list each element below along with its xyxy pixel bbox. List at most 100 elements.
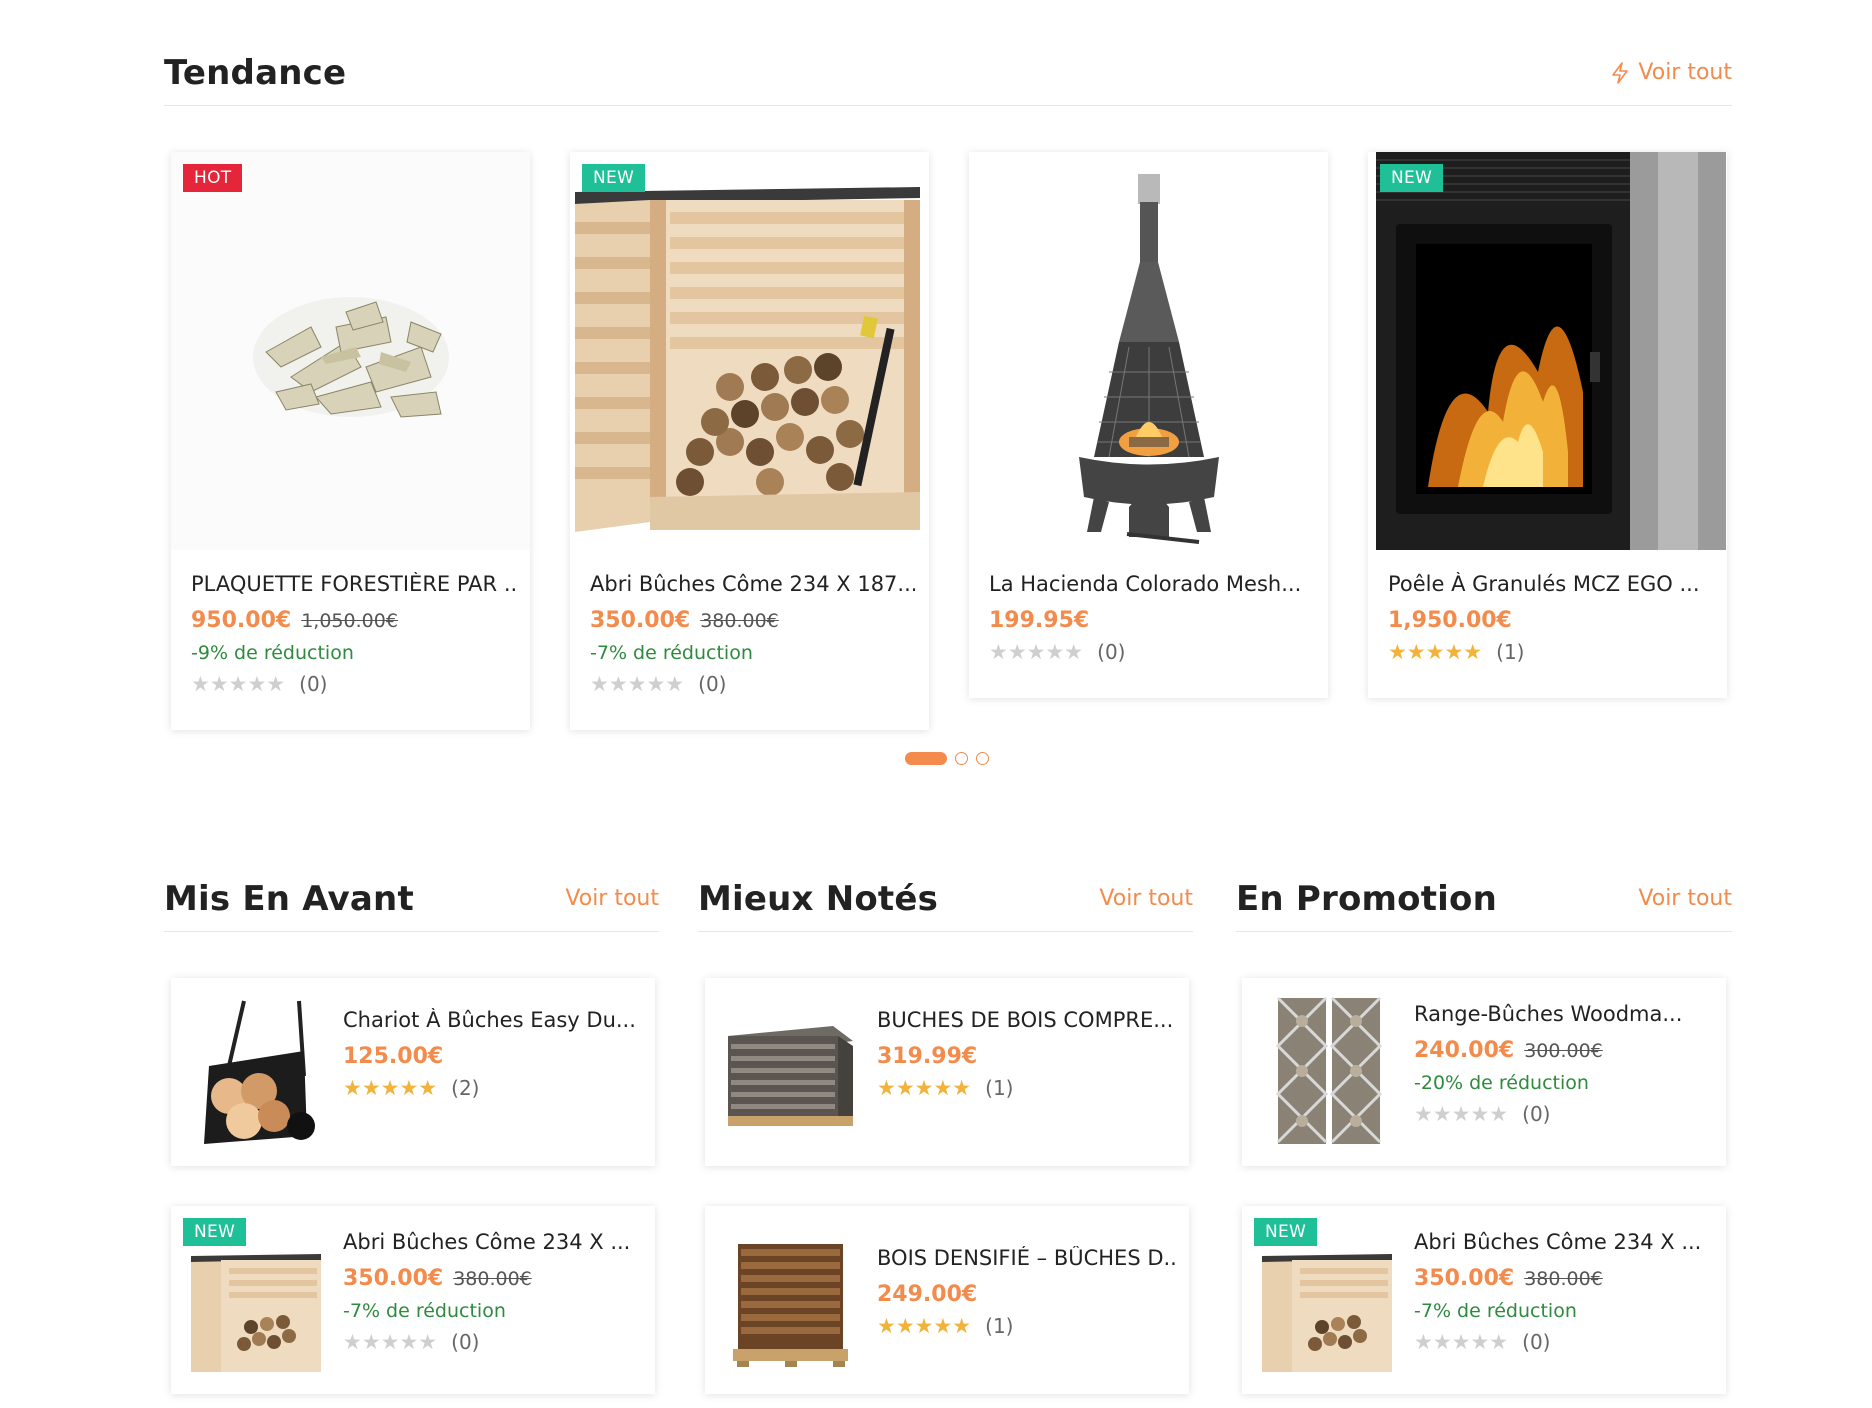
product-name[interactable]: Abri Bûches Côme 234 X ... <box>1414 1230 1714 1254</box>
product-price: 249.00€ <box>877 1282 978 1307</box>
on-sale-title: En Promotion <box>1236 878 1497 919</box>
product-card[interactable]: NEW Poêle À Granulés MCZ EGO ... 1,950.0… <box>1368 152 1727 698</box>
see-all-label: Voir tout <box>1638 886 1732 911</box>
new-badge: NEW <box>582 164 646 192</box>
product-name[interactable]: Abri Bûches Côme 234 X ... <box>343 1230 643 1254</box>
product-card[interactable]: NEW Abri Bûches Côme 234 X ... 350.00€ 3… <box>171 1206 655 1394</box>
top-rated-header: Mieux Notés Voir tout <box>698 866 1193 932</box>
rating-count: (1) <box>985 1076 1014 1100</box>
product-name[interactable]: BOIS DENSIFIÉ – BÛCHES D... <box>877 1246 1177 1270</box>
featured-title: Mis En Avant <box>164 878 414 919</box>
rating: ★★★★★ (0) <box>191 672 327 696</box>
rating: ★★★★★ (1) <box>877 1076 1013 1100</box>
star-rating-icon: ★★★★★ <box>989 640 1084 664</box>
product-price: 350.00€ <box>1414 1266 1515 1291</box>
product-image[interactable] <box>1260 1224 1394 1374</box>
rating: ★★★★★ (0) <box>590 672 726 696</box>
product-card[interactable]: La Hacienda Colorado Mesh... 199.95€ ★★★… <box>969 152 1328 698</box>
product-price: 125.00€ <box>343 1044 444 1069</box>
product-image[interactable] <box>723 996 857 1146</box>
product-image[interactable] <box>1368 152 1727 550</box>
rating-count: (1) <box>1496 640 1525 664</box>
carousel-dot-active[interactable] <box>905 752 947 765</box>
product-name[interactable]: La Hacienda Colorado Mesh... <box>989 572 1314 596</box>
carousel-pagination <box>905 752 989 765</box>
old-price: 380.00€ <box>700 610 779 632</box>
price-row: 1,950.00€ <box>1388 608 1512 633</box>
featured-see-all-link[interactable]: Voir tout <box>565 886 659 911</box>
product-card[interactable]: BUCHES DE BOIS COMPRE... 319.99€ ★★★★★ (… <box>705 978 1189 1166</box>
product-name[interactable]: Range-Bûches Woodma... <box>1414 1002 1714 1026</box>
rating-count: (0) <box>1097 640 1126 664</box>
product-image[interactable] <box>189 996 323 1146</box>
star-rating-icon: ★★★★★ <box>1414 1330 1509 1354</box>
price-row: 350.00€ 380.00€ <box>1414 1266 1603 1291</box>
on-sale-see-all-link[interactable]: Voir tout <box>1638 886 1732 911</box>
product-price: 199.95€ <box>989 608 1090 633</box>
star-rating-icon: ★★★★★ <box>877 1076 972 1100</box>
product-image[interactable] <box>969 152 1328 550</box>
new-badge: NEW <box>1254 1218 1318 1246</box>
carousel-dot[interactable] <box>976 752 989 765</box>
discount-text: -7% de réduction <box>343 1300 506 1322</box>
rating-count: (0) <box>698 672 727 696</box>
product-name[interactable]: Poêle À Granulés MCZ EGO ... <box>1388 572 1713 596</box>
product-card[interactable]: NEW Abri Bûches Côme 234 X ... 350.00€ 3… <box>1242 1206 1726 1394</box>
discount-text: -7% de réduction <box>1414 1300 1577 1322</box>
old-price: 380.00€ <box>1524 1268 1603 1290</box>
product-image[interactable] <box>570 152 929 550</box>
discount-text: -20% de réduction <box>1414 1072 1589 1094</box>
product-price: 350.00€ <box>590 608 691 633</box>
discount-text: -7% de réduction <box>590 642 753 664</box>
new-badge: NEW <box>1380 164 1444 192</box>
trending-see-all-link[interactable]: Voir tout <box>1610 60 1732 85</box>
see-all-label: Voir tout <box>1099 886 1193 911</box>
rating: ★★★★★ (0) <box>989 640 1125 664</box>
star-rating-icon: ★★★★★ <box>590 672 685 696</box>
trending-header: Tendance Voir tout <box>164 40 1732 106</box>
rating: ★★★★★ (0) <box>343 1330 479 1354</box>
product-image[interactable] <box>1260 996 1394 1146</box>
price-row: 249.00€ <box>877 1282 977 1307</box>
star-rating-icon: ★★★★★ <box>343 1076 438 1100</box>
price-row: 350.00€ 380.00€ <box>590 608 779 633</box>
product-card[interactable]: BOIS DENSIFIÉ – BÛCHES D... 249.00€ ★★★★… <box>705 1206 1189 1394</box>
product-image[interactable] <box>171 152 530 550</box>
discount-text: -9% de réduction <box>191 642 354 664</box>
product-card[interactable]: NEW Abri Bûches Côme 234 X 187... 350.00… <box>570 152 929 730</box>
product-name[interactable]: BUCHES DE BOIS COMPRE... <box>877 1008 1177 1032</box>
product-name[interactable]: Chariot À Bûches Easy Du... <box>343 1008 643 1032</box>
new-badge: NEW <box>183 1218 247 1246</box>
rating: ★★★★★ (1) <box>877 1314 1013 1338</box>
product-card[interactable]: HOT PLAQUETTE FORESTIÈRE PAR ... 950.00€… <box>171 152 530 730</box>
featured-header: Mis En Avant Voir tout <box>164 866 659 932</box>
rating: ★★★★★ (2) <box>343 1076 479 1100</box>
trending-title: Tendance <box>164 52 347 93</box>
see-all-label: Voir tout <box>565 886 659 911</box>
star-rating-icon: ★★★★★ <box>343 1330 438 1354</box>
product-image[interactable] <box>189 1224 323 1374</box>
rating-count: (2) <box>451 1076 480 1100</box>
see-all-label: Voir tout <box>1638 60 1732 85</box>
carousel-dot[interactable] <box>955 752 968 765</box>
rating-count: (0) <box>1522 1330 1551 1354</box>
product-price: 319.99€ <box>877 1044 978 1069</box>
product-card[interactable]: Chariot À Bûches Easy Du... 125.00€ ★★★★… <box>171 978 655 1166</box>
product-price: 350.00€ <box>343 1266 444 1291</box>
price-row: 950.00€ 1,050.00€ <box>191 608 398 633</box>
product-price: 240.00€ <box>1414 1038 1515 1063</box>
star-rating-icon: ★★★★★ <box>191 672 286 696</box>
star-rating-icon: ★★★★★ <box>877 1314 972 1338</box>
lightning-icon <box>1612 61 1629 84</box>
top-rated-title: Mieux Notés <box>698 878 939 919</box>
product-name[interactable]: Abri Bûches Côme 234 X 187... <box>590 572 915 596</box>
rating: ★★★★★ (0) <box>1414 1102 1550 1126</box>
price-row: 240.00€ 300.00€ <box>1414 1038 1603 1063</box>
product-price: 1,950.00€ <box>1388 608 1512 633</box>
top-rated-see-all-link[interactable]: Voir tout <box>1099 886 1193 911</box>
star-rating-icon: ★★★★★ <box>1388 640 1483 664</box>
product-card[interactable]: Range-Bûches Woodma... 240.00€ 300.00€ -… <box>1242 978 1726 1166</box>
product-image[interactable] <box>723 1224 857 1374</box>
product-name[interactable]: PLAQUETTE FORESTIÈRE PAR ... <box>191 572 516 596</box>
rating: ★★★★★ (1) <box>1388 640 1524 664</box>
